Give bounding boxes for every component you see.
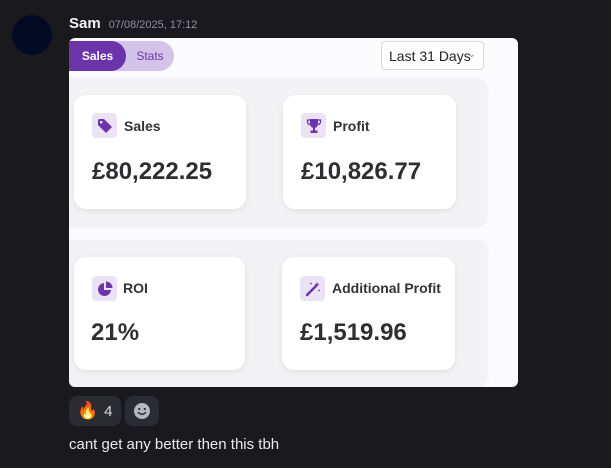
message-header: Sam 07/08/2025, 17:12 — [69, 15, 197, 32]
stat-label: Profit — [333, 118, 370, 134]
stat-value: 21% — [91, 319, 140, 346]
smiley-icon — [133, 403, 150, 419]
trophy-icon — [301, 113, 326, 138]
stat-value: £1,519.96 — [300, 319, 407, 346]
tab-sales[interactable]: Sales — [69, 41, 126, 71]
tab-stats[interactable]: Stats — [126, 41, 174, 71]
tag-icon — [92, 113, 117, 138]
reaction-count: 4 — [104, 402, 113, 420]
author-name[interactable]: Sam — [69, 15, 101, 32]
message-timestamp: 07/08/2025, 17:12 — [108, 19, 198, 31]
stat-card-sales: Sales £80,222.25 — [74, 95, 246, 209]
dashboard-screenshot[interactable]: Sales Stats Last 31 Days ⌄ Sales £80,222… — [69, 38, 518, 387]
stat-label: Sales — [124, 118, 161, 134]
tab-group: Sales Stats — [69, 41, 174, 71]
stat-card-profit: Profit £10,826.77 — [283, 95, 456, 209]
date-range-select[interactable]: Last 31 Days ⌄ — [381, 41, 484, 70]
magic-wand-icon — [300, 276, 325, 301]
pie-chart-icon — [92, 276, 117, 301]
stat-card-roi: ROI 21% — [74, 257, 245, 370]
stat-card-additional-profit: Additional Profit £1,519.96 — [282, 257, 455, 370]
avatar[interactable] — [12, 15, 52, 55]
fire-icon: 🔥 — [77, 401, 99, 420]
message-text: cant get any better then this tbh — [69, 436, 280, 453]
add-reaction-button[interactable] — [124, 396, 159, 426]
reactions-bar: 🔥 4 — [69, 396, 159, 426]
chevron-down-icon: ⌄ — [467, 49, 476, 60]
stat-value: £80,222.25 — [92, 158, 213, 185]
reaction-fire[interactable]: 🔥 4 — [69, 396, 121, 426]
stat-label: ROI — [123, 280, 148, 296]
stat-label: Additional Profit — [332, 280, 441, 296]
stat-value: £10,826.77 — [301, 158, 422, 185]
date-range-value: Last 31 Days — [389, 47, 471, 64]
